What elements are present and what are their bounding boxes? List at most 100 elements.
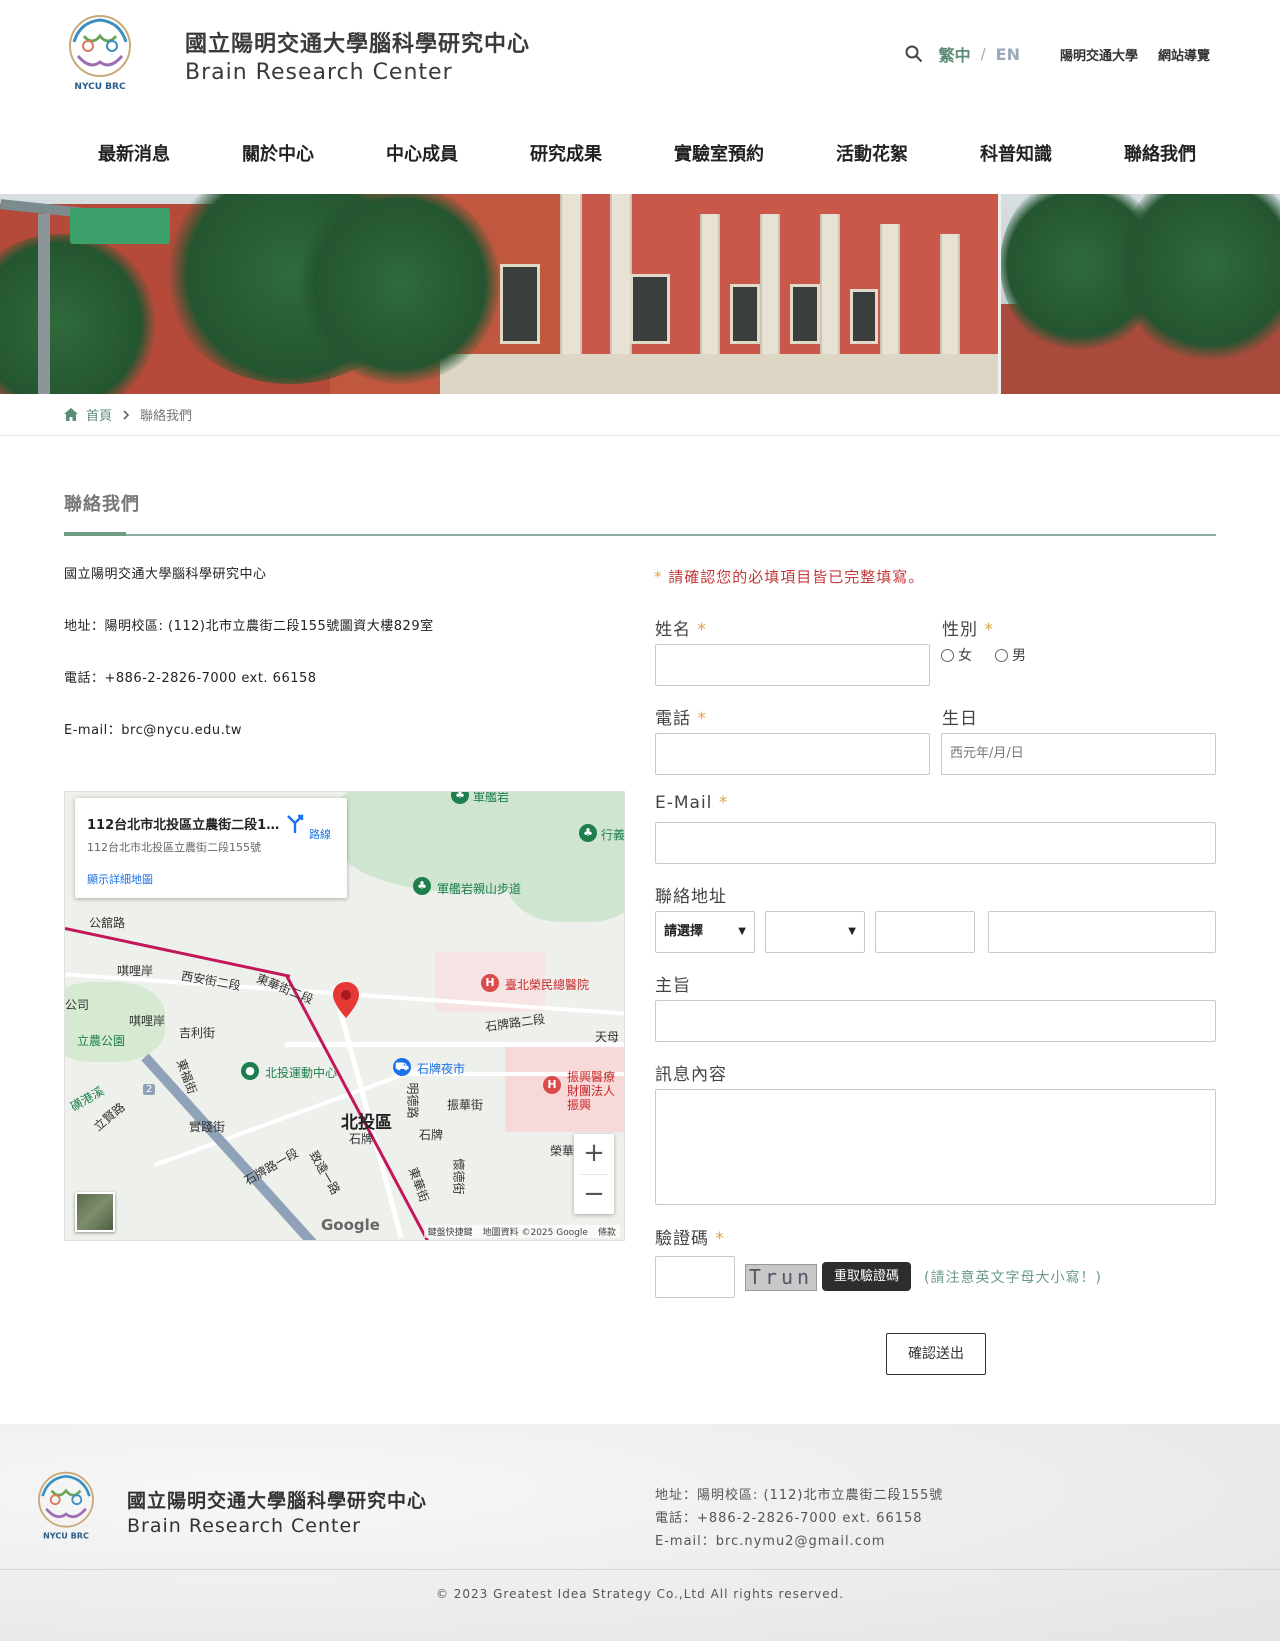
park-icon[interactable]: ● (241, 1062, 259, 1080)
gender-female-radio[interactable]: 女 (941, 645, 972, 665)
map-road (285, 1042, 624, 1047)
map-label: 立賢路 (91, 1099, 128, 1134)
chevron-down-icon: ▼ (848, 926, 856, 937)
name-label: 姓名 * (655, 615, 707, 640)
brand-name-en: Brain Research Center (185, 60, 453, 85)
email-input[interactable] (655, 822, 1216, 864)
hospital-icon[interactable]: H (481, 974, 499, 992)
map-pin-icon[interactable] (333, 982, 359, 1018)
phone-input[interactable] (655, 733, 930, 775)
breadcrumb: 首頁 聯絡我們 (64, 405, 192, 424)
required-mark: * (718, 793, 729, 813)
captcha-image: Trun (745, 1264, 817, 1291)
map-label: 2 (143, 1084, 156, 1095)
map-info-card: 112台北市北投區立農街二段155號 112台北市北投區立農街二段155號 顯示… (75, 798, 347, 898)
nav-gallery[interactable]: 活動花絮 (800, 140, 944, 166)
hospital-icon[interactable]: H (543, 1076, 561, 1094)
map-rail (65, 927, 291, 978)
captcha-refresh-button[interactable]: 重取驗證碼 (822, 1262, 912, 1291)
park-icon[interactable]: ♣ (579, 824, 597, 842)
chevron-right-icon (123, 409, 130, 420)
nycu-link[interactable]: 陽明交通大學 (1060, 45, 1138, 64)
breadcrumb-home[interactable]: 首頁 (86, 405, 112, 424)
terms-link[interactable]: 條款 (598, 1225, 616, 1238)
city-select-value: 請選擇 (664, 924, 704, 939)
name-input[interactable] (655, 644, 930, 686)
map-route-button[interactable]: 路線 (284, 812, 331, 842)
footer-email[interactable]: E-mail：brc.nymu2@gmail.com (655, 1530, 885, 1549)
city-select[interactable]: 請選擇 ▼ (655, 911, 755, 953)
brand[interactable]: 國立陽明交通大學腦科學研究中心 Brain Research Center (185, 26, 530, 85)
satellite-toggle[interactable] (75, 1192, 115, 1232)
gender-male-radio[interactable]: 男 (995, 645, 1026, 665)
lang-separator: / (980, 45, 986, 63)
map-label: 公司 (65, 998, 90, 1012)
street-address-input[interactable] (988, 911, 1216, 953)
map-label: 北投運動中心 (265, 1066, 338, 1080)
title-underline (64, 534, 1216, 536)
address-label: 聯絡地址 (655, 887, 727, 907)
svg-text:NYCU BRC: NYCU BRC (74, 82, 126, 92)
contact-address: 地址：陽明校區: (112)北市立農街二段155號圖資大樓829室 (64, 619, 434, 634)
footer-address: 地址：陽明校區: (112)北市立農街二段155號 (655, 1488, 944, 1503)
brc-footer-logo[interactable]: NYCU BRC (30, 1469, 102, 1543)
radio-circle[interactable] (995, 648, 1008, 662)
map-label: 懷德街 (451, 1158, 466, 1195)
captcha-input[interactable] (655, 1256, 735, 1298)
main-nav: 最新消息 關於中心 中心成員 研究成果 實驗室預約 活動花絮 科普知識 聯絡我們 (62, 140, 1222, 166)
subject-input[interactable] (655, 1000, 1216, 1042)
message-textarea[interactable] (655, 1089, 1216, 1205)
nav-members[interactable]: 中心成員 (350, 140, 494, 166)
district-select[interactable]: ▼ (765, 911, 865, 953)
keyboard-shortcuts-link[interactable]: 鍵盤快捷鍵 (428, 1225, 473, 1238)
subject-label: 主旨 (655, 976, 691, 996)
map-label: 石牌 (419, 1128, 444, 1142)
gender-female-label: 女 (958, 648, 972, 664)
submit-button[interactable]: 確認送出 (886, 1333, 986, 1375)
required-notice: * 請確認您的必填項目皆已完整填寫。 (654, 566, 924, 587)
map-label: 實踐街 (189, 1120, 226, 1134)
footer-brand-en: Brain Research Center (127, 1515, 361, 1537)
map-label: 榮華 (550, 1144, 575, 1158)
map-label: 軍艦岩親山步道 (437, 882, 522, 896)
map-label: 東華街 (405, 1165, 432, 1204)
lang-en-link[interactable]: EN (996, 45, 1020, 64)
copyright: © 2023 Greatest Idea Strategy Co.,Ltd Al… (435, 1587, 845, 1601)
email-label-text: E-Mail (655, 793, 713, 813)
nav-lab-booking[interactable]: 實驗室預約 (638, 140, 800, 166)
lang-zh-link[interactable]: 繁中 (939, 42, 971, 66)
contact-email[interactable]: E-mail：brc@nycu.edu.tw (64, 719, 242, 738)
sitemap-link[interactable]: 網站導覽 (1158, 45, 1210, 64)
brc-logo[interactable]: NYCU BRC (60, 12, 140, 94)
shopping-icon[interactable]: ⛟ (393, 1058, 411, 1076)
park-icon[interactable]: ♣ (413, 877, 431, 895)
footer-phone: 電話：+886-2-2826-7000 ext. 66158 (655, 1511, 923, 1526)
nav-news[interactable]: 最新消息 (62, 140, 206, 166)
google-logo: Google (321, 1216, 380, 1234)
nav-research[interactable]: 研究成果 (494, 140, 638, 166)
nav-contact[interactable]: 聯絡我們 (1088, 140, 1232, 166)
birthday-input[interactable]: 西元年/月/日 (941, 733, 1216, 775)
zoom-in-button[interactable]: + (574, 1134, 614, 1174)
page-title: 聯絡我們 (64, 494, 140, 515)
search-icon[interactable] (905, 45, 923, 63)
route-icon (286, 814, 303, 833)
footer-divider (0, 1569, 1280, 1570)
home-icon[interactable] (64, 408, 78, 421)
nav-about[interactable]: 關於中心 (206, 140, 350, 166)
breadcrumb-divider (0, 435, 1280, 436)
breadcrumb-current: 聯絡我們 (140, 409, 193, 424)
map-data-credit: 地圖資料 ©2025 Google (482, 1228, 588, 1238)
map-label: 唭哩岸 (129, 1014, 166, 1028)
radio-circle[interactable] (941, 648, 954, 662)
google-map[interactable]: ♣ 軍艦岩 ♣ 行義 ♣ 軍艦岩親山步道 公舘路 唭哩岸 西安街二段 東華街二段… (64, 791, 625, 1241)
gender-male-label: 男 (1012, 648, 1026, 664)
brand-name-cn: 國立陽明交通大學腦科學研究中心 (185, 32, 531, 57)
map-larger-link[interactable]: 顯示詳細地圖 (87, 871, 335, 887)
zoom-out-button[interactable]: − (574, 1175, 614, 1215)
map-place-title: 112台北市北投區立農街二段155號 (87, 818, 287, 833)
top-utility-bar: 繁中 / EN 陽明交通大學 網站導覽 (905, 42, 1210, 66)
zipcode-input[interactable] (875, 911, 975, 953)
map-zoom-controls: + − (574, 1134, 614, 1214)
nav-science[interactable]: 科普知識 (944, 140, 1088, 166)
